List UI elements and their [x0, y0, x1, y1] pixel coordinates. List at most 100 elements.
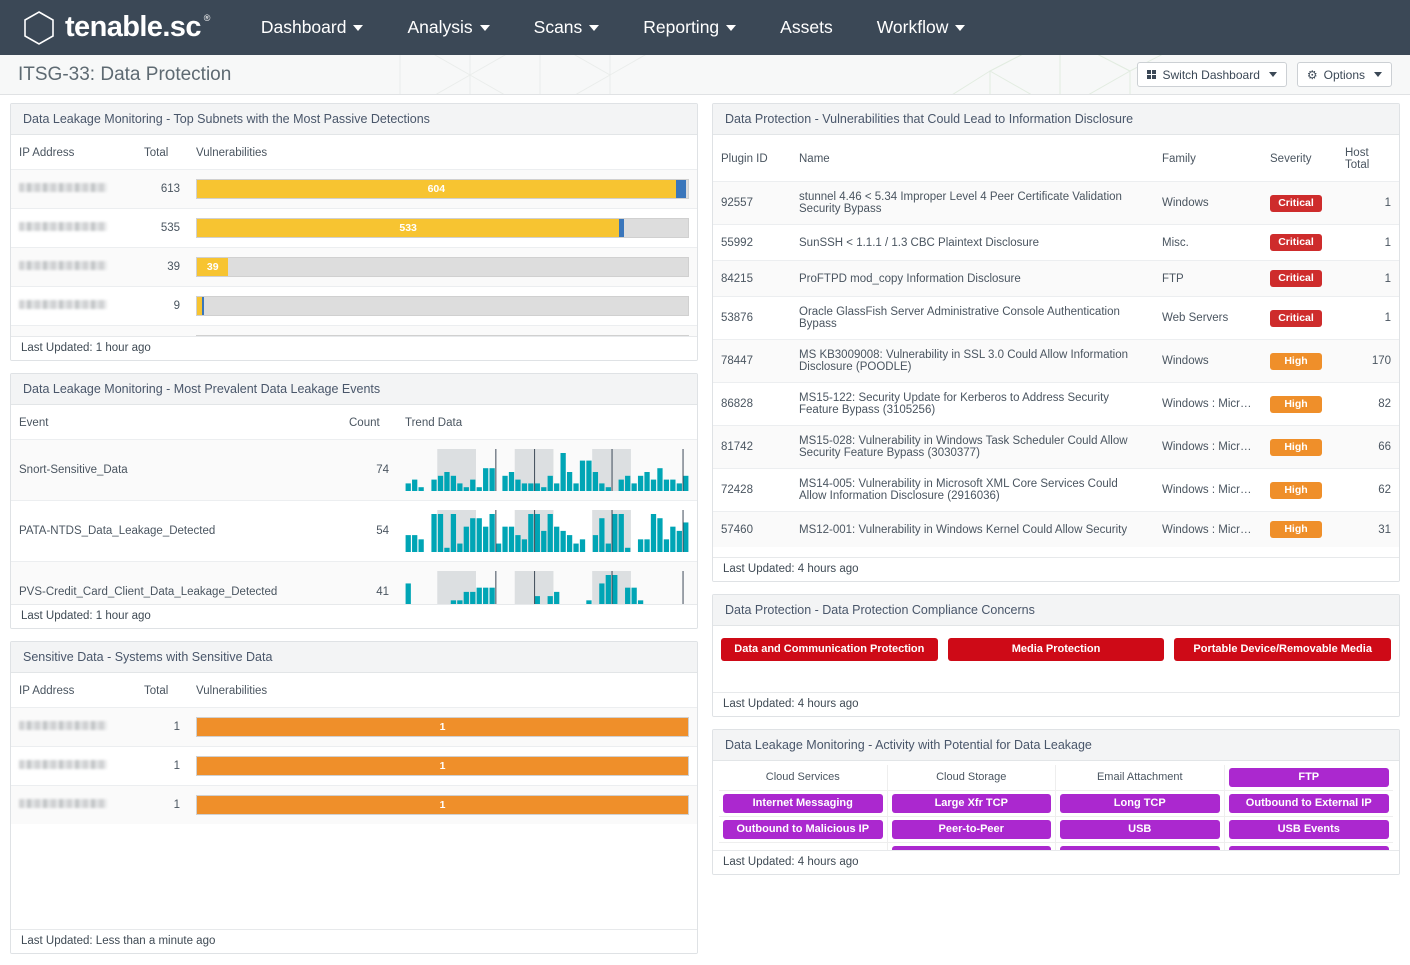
activity-indicator[interactable]: Large Xfr TCP: [891, 794, 1051, 813]
cell-vuln-name[interactable]: MS12-001: Vulnerability in Windows Kerne…: [791, 511, 1154, 547]
sensitive-data-rows: 111111: [11, 707, 697, 824]
cell-vuln-name[interactable]: MS15-122: Security Update for Kerberos t…: [791, 382, 1154, 426]
col-vulnerabilities: Vulnerabilities: [196, 147, 268, 159]
col-ip-address: IP Address: [19, 685, 75, 697]
compliance-pill-row: Data and Communication Protection Media P…: [713, 626, 1399, 661]
options-label: Options: [1323, 67, 1365, 82]
activity-matrix-cell: Large Xfr TCP: [887, 791, 1056, 817]
vulnerability-bar[interactable]: 1: [196, 717, 689, 737]
vulnerability-bar[interactable]: 1: [196, 795, 689, 815]
dashboard-actions: Switch Dashboard ⚙ Options: [1136, 62, 1392, 87]
cell-ip-address: [11, 169, 136, 209]
status-badge: High: [1270, 521, 1322, 538]
activity-matrix-cell: FTP: [1224, 765, 1393, 791]
top-subnets-rows: 6136045355333939963: [11, 169, 697, 336]
vulnerability-bar[interactable]: 604: [196, 179, 689, 199]
bar-segment-orange: 1: [197, 757, 688, 775]
bar-segment-blue: [619, 219, 625, 237]
cell-vuln-name[interactable]: MS KB3009008: Vulnerability in SSL 3.0 C…: [791, 339, 1154, 383]
nav-item-workflow[interactable]: Workflow: [855, 0, 988, 55]
activity-indicator[interactable]: Encrypted Traffic: [1228, 846, 1389, 850]
vulnerability-bar[interactable]: 1: [196, 756, 689, 776]
table-row: 535 533: [11, 208, 697, 248]
activity-indicator[interactable]: Long TCP: [1060, 794, 1220, 813]
activity-indicator[interactable]: Cloud Services: [723, 768, 883, 787]
chevron-down-icon: [479, 25, 490, 31]
cell-severity: Critical: [1262, 224, 1337, 261]
cell-total: 1: [136, 707, 188, 747]
activity-matrix-cell: Email Attachment: [1056, 765, 1225, 791]
dashboard-column-right: Data Protection - Vulnerabilities that C…: [712, 103, 1400, 954]
vulnerability-bar[interactable]: 533: [196, 218, 689, 238]
cell-ip-address: [11, 325, 136, 336]
activity-indicator[interactable]: Access Spike: [891, 846, 1051, 850]
cell-vuln-name[interactable]: ProFTPD mod_copy Information Disclosure: [791, 260, 1154, 297]
activity-indicator[interactable]: Access Denied Spike: [1060, 846, 1220, 850]
activity-indicator[interactable]: USB: [1060, 820, 1220, 839]
table-row: 84215 ProFTPD mod_copy Information Disclo…: [713, 260, 1399, 297]
bar-segment-yellow: 533: [197, 219, 620, 237]
cell-vuln-name[interactable]: MS14-005: Vulnerability in Microsoft XML…: [791, 468, 1154, 512]
redacted-ip-address: [19, 799, 107, 808]
cell-host-total: 31: [1337, 511, 1399, 547]
activity-indicator[interactable]: Peer-to-Peer: [891, 820, 1051, 839]
switch-dashboard-button[interactable]: Switch Dashboard: [1136, 62, 1287, 87]
activity-indicator[interactable]: Outbound to Malicious IP: [723, 820, 883, 839]
compliance-concern-pill[interactable]: Media Protection: [947, 638, 1165, 661]
vulnerability-bar[interactable]: 39: [196, 257, 689, 277]
nav-item-scans[interactable]: Scans: [512, 0, 622, 55]
cell-vuln-name[interactable]: stunnel 4.46 < 5.34 Improper Level 4 Pee…: [791, 181, 1154, 225]
cell-vuln-name[interactable]: MS15-028: Vulnerability in Windows Task …: [791, 425, 1154, 469]
vulnerability-bar[interactable]: [196, 335, 689, 336]
cell-host-total: 1: [1337, 260, 1399, 297]
col-event: Event: [19, 417, 49, 429]
nav-item-reporting[interactable]: Reporting: [621, 0, 758, 55]
activity-indicator[interactable]: Email Attachment: [1060, 768, 1220, 787]
activity-indicator[interactable]: Cloud Storage: [892, 768, 1052, 787]
last-updated-top-subnets: Last Updated: 1 hour ago: [11, 336, 697, 360]
cell-host-total: 1: [1337, 181, 1399, 225]
table-row: 72428 MS14-005: Vulnerability in Microsof…: [713, 468, 1399, 512]
nav-item-dashboard[interactable]: Dashboard: [239, 0, 386, 55]
nav-item-analysis[interactable]: Analysis: [385, 0, 511, 55]
bar-segment-orange: 1: [197, 718, 688, 736]
tenable-hexagon-icon: [24, 10, 54, 45]
options-button[interactable]: ⚙ Options: [1296, 62, 1392, 87]
status-badge: High: [1270, 352, 1322, 370]
activity-matrix-cell: Encrypted Traffic: [1225, 843, 1394, 850]
table-row: PVS-Credit_Card_Client_Data_Leakage_Dete…: [11, 561, 697, 604]
activity-indicator[interactable]: FTP: [1228, 768, 1389, 787]
redacted-ip-address: [19, 721, 107, 730]
activity-indicator[interactable]: Inbound File Access: [723, 846, 883, 850]
last-updated-vulnerabilities: Last Updated: 4 hours ago: [713, 557, 1399, 581]
table-header-row: IP Address Total Vulnerabilities: [11, 135, 697, 170]
cell-plugin-id: 84215: [713, 260, 791, 297]
sensitive-data-table: IP Address Total Vulnerabilities 111111: [11, 673, 697, 824]
brand-label: tenable.sc: [65, 11, 201, 43]
trend-sparkline: [405, 449, 689, 491]
cell-host-total: 66: [1337, 425, 1399, 469]
nav-item-assets[interactable]: Assets: [758, 0, 855, 55]
panel-body-leakage-events: Event Count Trend Data Snort-Sensitive_D…: [11, 405, 697, 604]
cell-vuln-name[interactable]: SunSSH < 1.1.1 / 1.3 CBC Plaintext Discl…: [791, 224, 1154, 261]
panel-title-activity-leakage: Data Leakage Monitoring - Activity with …: [713, 730, 1399, 761]
activity-matrix: Cloud Services Cloud Storage Email Attachm…: [713, 761, 1399, 850]
col-ip-address: IP Address: [19, 147, 75, 159]
table-row: 11: [11, 746, 697, 786]
activity-matrix-cell: Peer-to-Peer: [887, 817, 1056, 843]
cell-plugin-id: 81742: [713, 425, 791, 469]
cell-vuln-name[interactable]: Oracle GlassFish Server Administrative C…: [791, 296, 1154, 340]
compliance-concern-pill[interactable]: Data and Communication Protection: [721, 638, 938, 661]
activity-indicator[interactable]: Internet Messaging: [723, 794, 883, 813]
activity-indicator[interactable]: Outbound to External IP: [1228, 794, 1389, 813]
activity-indicator[interactable]: USB Events: [1228, 820, 1389, 839]
table-row: PATA-NTDS_Data_Leakage_Detected 54: [11, 500, 697, 562]
chevron-down-icon: [1268, 72, 1277, 77]
vulnerability-bar[interactable]: [196, 296, 689, 316]
activity-matrix-cell: Cloud Storage: [887, 765, 1056, 791]
brand-logo[interactable]: tenable.sc ®: [22, 10, 210, 46]
panel-top-subnets: Data Leakage Monitoring - Top Subnets wi…: [10, 103, 698, 361]
compliance-concern-pill[interactable]: Portable Device/Removable Media: [1174, 638, 1392, 661]
cell-family: Windows : Micro...: [1154, 382, 1262, 426]
cell-vulnerability-bar: [188, 325, 697, 336]
